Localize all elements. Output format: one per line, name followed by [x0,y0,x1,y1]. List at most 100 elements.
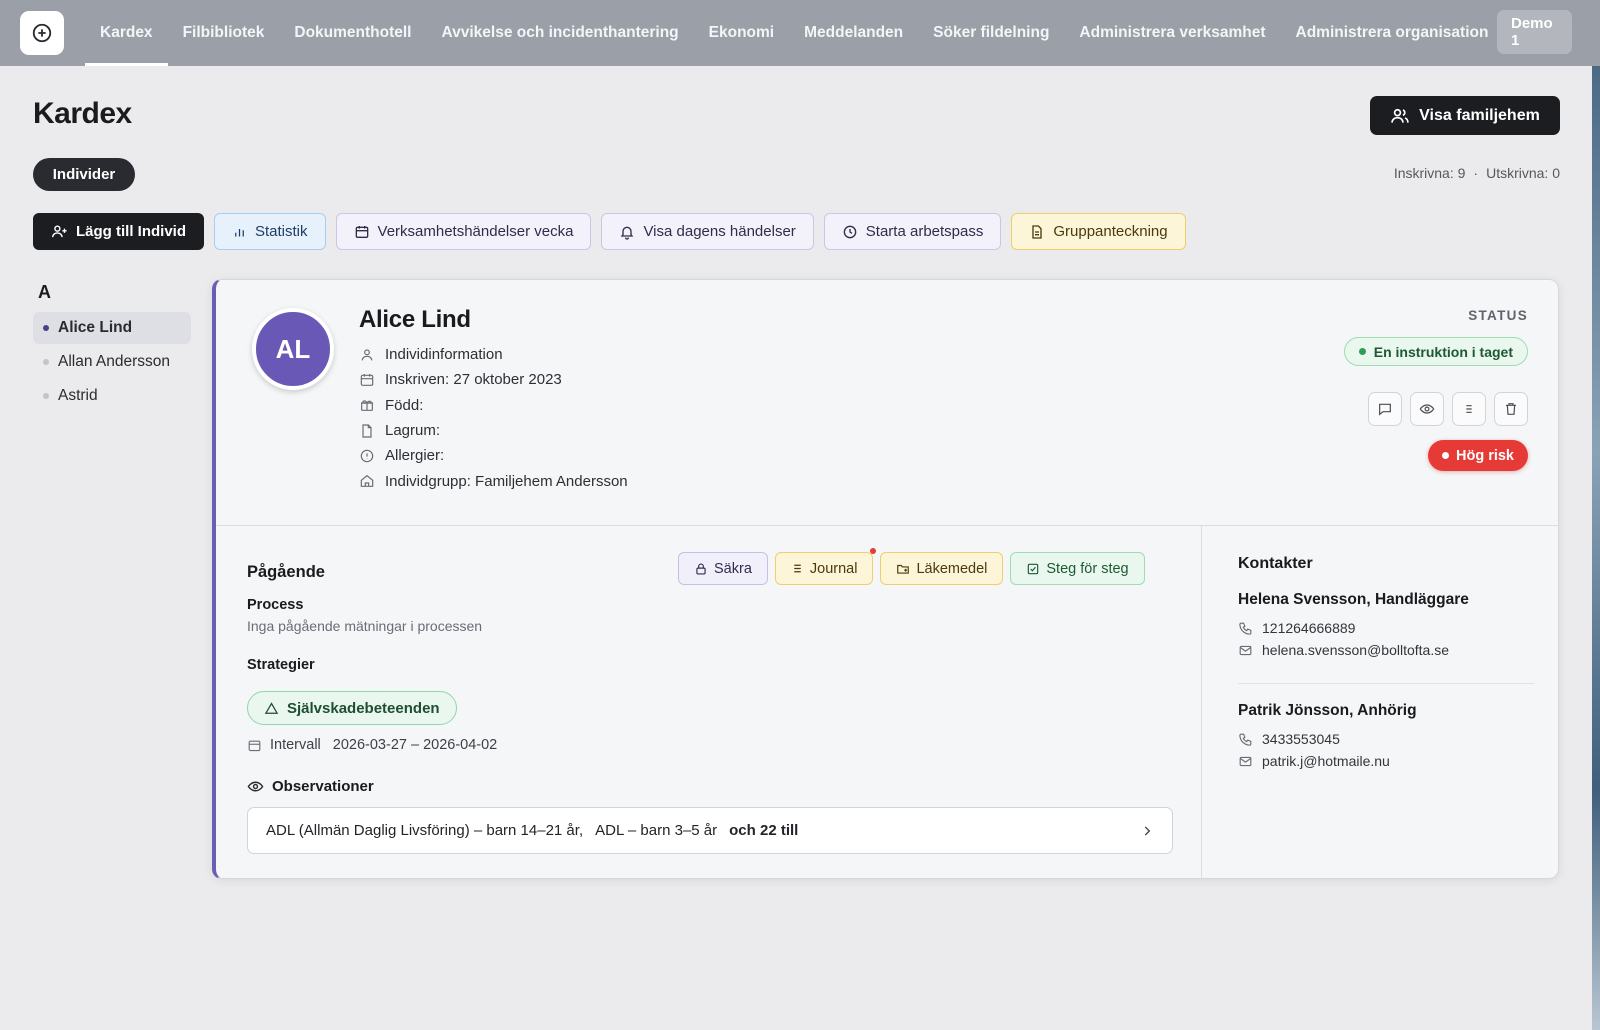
nav-item-admin-verksamhet[interactable]: Administrera verksamhet [1064,0,1280,66]
info-text: Allergier: [385,447,445,465]
add-individual-button[interactable]: Lägg till Individ [33,213,204,250]
users-icon [1390,106,1410,126]
todays-events-button[interactable]: Visa dagens händelser [601,213,814,250]
individuals-filter-pill[interactable]: Individer [33,158,135,191]
warning-triangle-icon [264,701,279,716]
bar-chart-icon [232,224,247,239]
user-name: Demo [1511,15,1553,32]
individual-card: AL Alice Lind Individinformation Inskriv… [212,279,1559,879]
card-actions [1368,392,1528,426]
user-menu-button[interactable]: Demo 1 [1497,10,1572,54]
contact-name: Patrik Jönsson, Anhörig [1238,702,1417,719]
contact-phone: 3433553045 [1262,731,1340,747]
bullet-icon [43,325,49,331]
view-button[interactable] [1410,392,1444,426]
info-row-group: Individgrupp: Familjehem Andersson [359,468,628,493]
action-toolbar: Lägg till Individ Statistik Verksamhetsh… [33,213,1186,250]
status-badge[interactable]: En instruktion i taget [1343,337,1528,366]
risk-dot-icon [1441,452,1449,459]
bullet-icon [43,393,49,399]
delete-button[interactable] [1494,392,1528,426]
individual-name: Astrid [58,387,98,404]
nav-item-kardex[interactable]: Kardex [85,0,168,66]
folder-icon [896,562,910,576]
info-text: Individgrupp: Familjehem Andersson [385,472,628,490]
contact-divider [1238,683,1534,684]
info-row-enrolled: Inskriven: 27 oktober 2023 [359,367,628,392]
medication-button[interactable]: Läkemedel [880,552,1004,585]
nav-item-filbibliotek[interactable]: Filbibliotek [168,0,280,66]
nav-item-meddelanden[interactable]: Meddelanden [789,0,918,66]
nav-item-avvikelse[interactable]: Avvikelse och incidenthantering [427,0,694,66]
group-note-button[interactable]: Gruppanteckning [1011,213,1186,250]
todays-events-label: Visa dagens händelser [643,223,796,240]
process-title: Process [247,597,304,613]
nav-menu: Kardex Filbibliotek Dokumenthotell Avvik… [85,0,1503,66]
process-text: Inga pågående mätningar i processen [247,618,483,634]
contact-email-link[interactable]: helena.svensson@bolltofta.se [1238,639,1538,661]
list-item-individual[interactable]: Astrid [33,380,191,412]
observations-title-row: Observationer [247,778,374,795]
interval-value: 2026-03-27 – 2026-04-02 [332,737,498,753]
individual-info-link[interactable]: Individinformation [359,342,628,367]
contacts-title: Kontakter [1238,555,1313,572]
notification-dot-icon [870,548,877,554]
observations-expand-row[interactable]: ADL (Allmän Daglig Livsföring) – barn 14… [247,807,1173,854]
page-title: Kardex [33,97,132,130]
phone-icon [1238,621,1253,636]
file-icon [359,423,375,439]
risk-badge: Hög risk [1427,440,1528,471]
strategy-badge[interactable]: Självskadebeteenden [247,691,457,725]
individual-name: Allan Andersson [58,353,171,370]
nav-item-ekonomi[interactable]: Ekonomi [694,0,789,66]
lock-icon [694,562,708,576]
individual-name: Alice Lind [58,319,133,336]
calendar-icon [247,738,262,753]
user-icon [359,347,375,363]
observation-item: ADL – barn 3–5 år [595,822,718,839]
weekly-events-label: Verksamhetshändelser vecka [377,223,574,240]
start-shift-button[interactable]: Starta arbetspass [823,213,1002,250]
group-note-label: Gruppanteckning [1053,223,1168,240]
show-foster-homes-button[interactable]: Visa familjehem [1370,96,1560,135]
discharged-count: Utskrivna: 0 [1486,165,1560,181]
list-item-individual[interactable]: Allan Andersson [33,346,191,378]
observation-item: ADL (Allmän Daglig Livsföring) – barn 14… [266,822,584,839]
interval-row: Intervall 2026-03-27 – 2026-04-02 [247,737,497,753]
contact-phone: 121264666889 [1262,620,1356,636]
contact-email: patrik.j@hotmaile.nu [1262,753,1390,769]
contact-card: Patrik Jönsson, Anhörig 3433553045 patri… [1238,702,1538,772]
nav-item-fildelning[interactable]: Söker fildelning [918,0,1064,66]
user-number: 1 [1511,32,1520,49]
weekly-events-button[interactable]: Verksamhetshändelser vecka [335,213,592,250]
list-item-individual[interactable]: Alice Lind [33,312,191,344]
nav-item-admin-organisation[interactable]: Administrera organisation [1281,0,1504,66]
contact-phone-link[interactable]: 3433553045 [1238,728,1538,750]
list-icon [1461,401,1477,417]
eye-icon [1419,401,1435,417]
status-text: En instruktion i taget [1373,343,1513,360]
strategy-label: Självskadebeteenden [287,699,440,717]
journal-button[interactable]: Journal [774,548,877,585]
home-logo-button[interactable] [20,11,64,55]
clock-icon [842,224,858,240]
bell-icon [619,224,635,240]
menu-button[interactable] [1452,392,1486,426]
avatar: AL [252,308,334,390]
checkbox-icon [1026,562,1040,576]
step-by-step-button[interactable]: Steg för steg [1010,552,1145,585]
statistics-button[interactable]: Statistik [214,213,326,250]
info-text: Född: [385,396,424,414]
contact-phone-link[interactable]: 121264666889 [1238,617,1538,639]
add-individual-label: Lägg till Individ [76,223,186,240]
chevron-right-icon [1140,824,1154,838]
count-separator: · [1473,165,1479,181]
step-by-step-label: Steg för steg [1046,560,1129,577]
start-shift-label: Starta arbetspass [865,223,984,240]
nav-item-dokumenthotell[interactable]: Dokumenthotell [279,0,426,66]
message-icon [1377,401,1393,417]
contact-email-link[interactable]: patrik.j@hotmaile.nu [1238,750,1538,772]
secure-button[interactable]: Säkra [678,552,768,585]
journal-label: Journal [809,560,858,577]
comment-button[interactable] [1368,392,1402,426]
